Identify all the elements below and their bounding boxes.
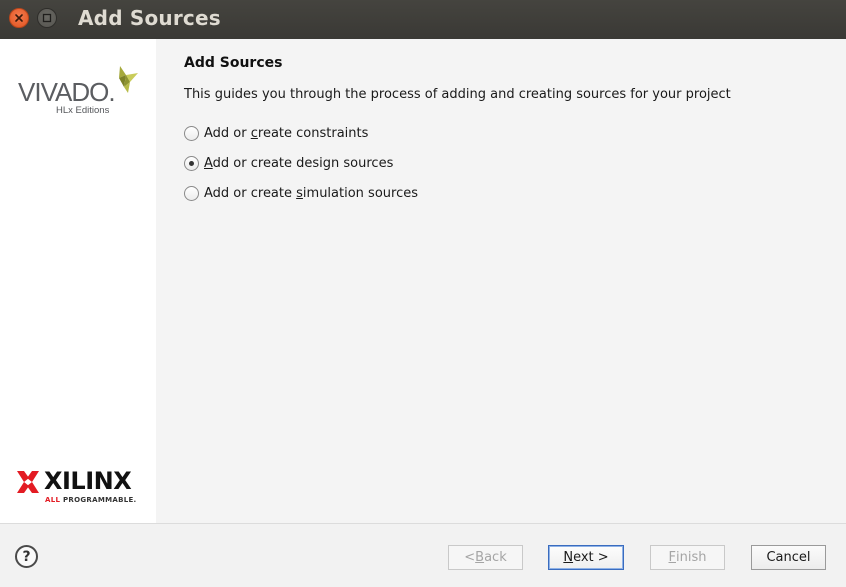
close-icon [15,14,23,22]
xilinx-logo: XILINX ALL PROGRAMMABLE. [16,467,142,507]
radio-button[interactable] [184,186,199,201]
close-window-button[interactable] [9,8,29,28]
page-description: This guides you through the process of a… [184,87,731,102]
window-title: Add Sources [78,6,221,30]
branding-panel: VIVADO. HLx Editions XILINX ALL PROGRAMM… [0,39,156,523]
xilinx-logo-text: XILINX [44,467,132,495]
finish-button[interactable]: Finish [650,545,725,570]
vivado-logo-text: VIVADO. [18,77,116,107]
option-label: Add or create design sources [204,156,394,171]
vivado-logo-subtitle: HLx Editions [56,105,110,116]
xilinx-tagline: ALL PROGRAMMABLE. [45,496,137,504]
vivado-logo: VIVADO. HLx Editions [18,65,146,121]
maximize-icon [42,13,52,23]
title-bar: Add Sources [0,0,846,39]
next-button[interactable]: Next > [548,545,624,570]
cancel-button[interactable]: Cancel [751,545,826,570]
option-label: Add or create constraints [204,126,369,141]
vivado-star-icon [119,66,138,93]
maximize-window-button[interactable] [37,8,57,28]
option-label: Add or create simulation sources [204,186,418,201]
radio-button-selected[interactable] [184,156,199,171]
option-constraints[interactable]: Add or create constraints [184,126,368,141]
option-simulation-sources[interactable]: Add or create simulation sources [184,186,418,201]
back-button[interactable]: < Back [448,545,523,570]
option-design-sources[interactable]: Add or create design sources [184,156,393,171]
help-button[interactable]: ? [15,545,38,568]
xilinx-x-icon [17,471,39,493]
page-title: Add Sources [184,55,283,71]
radio-button[interactable] [184,126,199,141]
wizard-content: Add Sources This guides you through the … [156,39,846,523]
button-bar: ? < Back Next > Finish Cancel [0,523,846,587]
